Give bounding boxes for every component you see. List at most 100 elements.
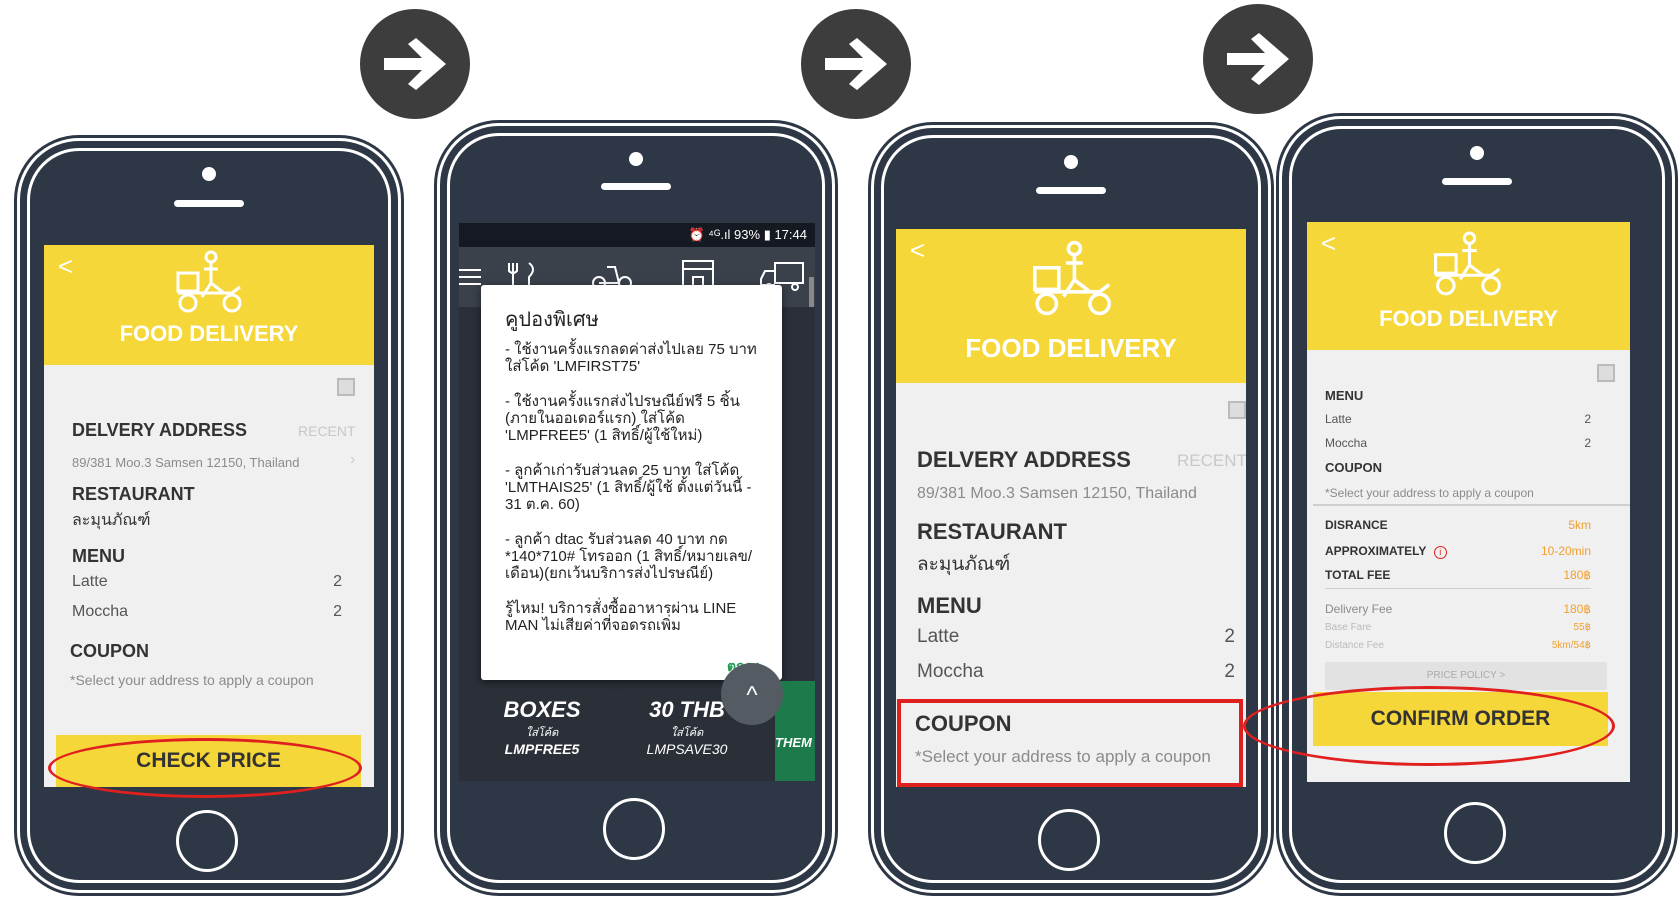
delivery-fee-value: 180฿ [1563,602,1591,616]
list-item: Moccha 2 [1325,436,1591,450]
item-name: Moccha [917,661,984,682]
item-qty: 2 [1224,626,1235,647]
delivery-scooter-icon [1033,240,1111,316]
promo-card-left[interactable]: BOXES ใส่โค้ด LMPFREE5 [475,689,609,781]
app-header: < FOOD DELIVERY [1307,222,1630,350]
list-item: Latte 2 [1325,412,1591,426]
item-qty: 2 [333,573,342,590]
restaurant-name: ละมุนภัณฑ์ [72,512,151,529]
dialog-body: - ใช้งานครั้งแรกลดค่าส่งไปเลย 75 บาท ใส่… [505,341,769,652]
price-policy-button[interactable]: PRICE POLICY > [1325,662,1607,690]
coupon-hint[interactable]: *Select your address to apply a coupon [70,672,314,688]
map-icon[interactable] [337,378,355,396]
map-icon[interactable] [1228,401,1246,419]
menu-label: MENU [72,546,125,566]
approx-row: APPROXIMATELY i 10-20min [1325,544,1591,559]
recent-link[interactable]: RECENT [1177,451,1246,471]
home-button[interactable] [1444,802,1506,864]
restaurant-label: RESTAURANT [917,519,1067,544]
divider [1325,588,1591,589]
promo-small: ใส่โค้ด [670,727,704,739]
list-item: Latte 2 [72,573,342,591]
price-policy-label: PRICE POLICY > [1426,670,1506,681]
total-row: TOTAL FEE 180฿ [1325,568,1591,582]
phone-frame: ⏰ ⁴ᴳ.ıl 93% ▮ 17:44 คูปองพิเศษ - ใช้งานค… [437,123,835,893]
recent-link[interactable]: RECENT [298,423,356,439]
distance-fee-label: Distance Fee [1325,640,1384,651]
banner-title: FOOD DELIVERY [965,333,1177,363]
arrow-right-icon [801,9,911,119]
promo-small: ใส่โค้ด [525,727,559,739]
dialog-paragraph: - ลูกค้า dtac รับส่วนลด 40 บาท กด *140*7… [505,531,753,582]
coupon-hint[interactable]: *Select your address to apply a coupon [915,747,1211,767]
dialog-paragraph: - ใช้งานครั้งแรกลดค่าส่งไปเลย 75 บาท ใส่… [505,341,757,375]
banner-title: FOOD DELIVERY [1379,306,1558,331]
item-qty: 2 [1584,436,1591,450]
address-text[interactable]: 89/381 Moo.3 Samsen 12150, Thailand [917,485,1197,503]
app-screen: < FOOD DELIVERY DELVERY ADDRESS RECENT 8… [44,245,374,787]
item-qty: 2 [333,603,342,620]
back-chevron-icon[interactable]: < [1321,228,1336,259]
promo-big: BOXES [503,697,581,722]
delivery-address-label: DELVERY ADDRESS [72,420,248,440]
menu-icon[interactable] [459,267,483,287]
distance-row: DISRANCE 5km [1325,518,1591,532]
base-fare-row: Base Fare 55฿ [1325,622,1591,633]
map-icon[interactable] [1597,364,1615,382]
list-item: Moccha 2 [72,603,342,621]
total-label: TOTAL FEE [1325,568,1391,582]
scroll-up-button[interactable]: ^ [721,663,783,725]
status-bar: ⏰ ⁴ᴳ.ıl 93% ▮ 17:44 [459,223,815,247]
coupon-dialog: คูปองพิเศษ - ใช้งานครั้งแรกลดค่าส่งไปเลย… [481,285,782,680]
promo-edge-text: THEM [775,735,812,750]
approx-value: 10-20min [1540,544,1591,558]
coupon-label: COUPON [915,711,1012,736]
dialog-paragraph: รู้ไหม! บริการสั่งซื้ออาหารผ่าน LINE MAN… [505,600,737,634]
chevron-up-icon: ^ [746,682,758,709]
phone-frame: < FOOD DELIVERY MENU Latte 2 Moccha 2 CO… [1243,116,1675,893]
coupon-label: COUPON [70,641,150,661]
item-qty: 2 [1224,661,1235,682]
distance-value: 5km [1568,518,1591,532]
coupon-section[interactable]: COUPON *Select your address to apply a c… [897,699,1243,787]
promo-code: LMPFREE5 [504,741,580,757]
home-button[interactable] [1038,809,1100,871]
home-button[interactable] [603,798,665,860]
phone-frame: < FOOD DELIVERY DELVERY ADDRESS RECENT 8… [17,138,401,893]
coupon-hint[interactable]: *Select your address to apply a coupon [1325,486,1534,500]
dialog-paragraph: - ลูกค้าเก่ารับส่วนลด 25 บาท ใส่โค้ด 'LM… [505,462,752,513]
promo-code: LMPSAVE30 [646,741,728,757]
coupon-label: COUPON [1325,460,1383,475]
divider [1313,504,1630,506]
item-qty: 2 [1584,412,1591,426]
app-header: < FOOD DELIVERY [44,245,374,365]
distance-fee-value: 5km/54฿ [1551,640,1591,651]
menu-label: MENU [1325,388,1364,403]
status-text: ⏰ ⁴ᴳ.ıl 93% ▮ 17:44 [688,227,808,242]
list-item: Moccha 2 [917,661,1235,683]
home-button[interactable] [176,810,238,872]
distance-fee-row: Distance Fee 5km/54฿ [1325,640,1591,651]
item-name: Latte [917,626,960,647]
item-name: Latte [72,573,108,590]
arrow-right-icon [360,9,470,119]
approx-label: APPROXIMATELY [1325,544,1427,558]
phone-frame: < FOOD DELIVERY DELVERY ADDRESS RECENT 8… [871,125,1271,893]
banner-title: FOOD DELIVERY [119,321,299,346]
total-value: 180฿ [1563,568,1591,582]
info-icon[interactable]: i [1433,546,1447,559]
restaurant-name: ละมุนภัณฑ์ [917,554,1011,575]
chevron-right-icon: › [350,451,356,468]
delivery-fee-row: Delivery Fee 180฿ [1325,602,1591,616]
app-header: < FOOD DELIVERY [896,229,1246,383]
list-item: Latte 2 [917,626,1235,648]
address-text[interactable]: 89/381 Moo.3 Samsen 12150, Thailand [72,455,299,470]
back-chevron-icon[interactable]: < [58,251,73,282]
base-fare-label: Base Fare [1325,622,1372,633]
back-chevron-icon[interactable]: < [910,235,925,266]
app-screen: ⏰ ⁴ᴳ.ıl 93% ▮ 17:44 คูปองพิเศษ - ใช้งานค… [459,223,815,781]
app-screen: < FOOD DELIVERY DELVERY ADDRESS RECENT 8… [896,229,1246,787]
dialog-title: คูปองพิเศษ [505,309,599,331]
item-name: Moccha [72,603,129,620]
item-name: Latte [1325,412,1352,426]
